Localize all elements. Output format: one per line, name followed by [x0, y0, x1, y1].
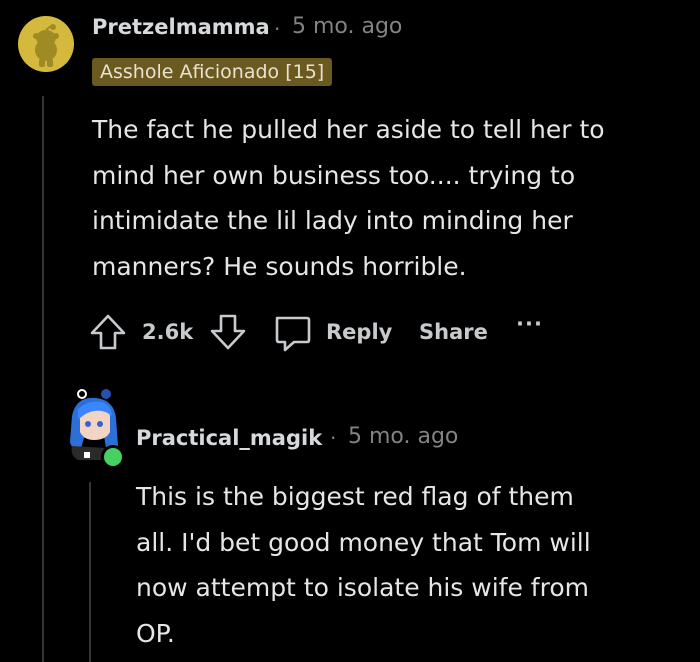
body-line: all. I'd bet good money that Tom will	[136, 527, 591, 557]
reply-icon[interactable]	[270, 311, 314, 355]
user-flair: Asshole Aficionado [15]	[92, 58, 333, 86]
body-line: This is the biggest red flag of them	[136, 482, 574, 511]
comment-body: This is the biggest red flag of them all…	[136, 474, 591, 656]
body-line: intimidate the lil lady into minding her	[92, 206, 573, 235]
timestamp[interactable]: 5 mo. ago	[348, 424, 458, 449]
vote-score: 2.6k	[142, 320, 194, 344]
separator-dot: ·	[330, 426, 337, 450]
timestamp[interactable]: 5 mo. ago	[292, 14, 402, 39]
online-status-icon	[100, 444, 126, 470]
more-options-icon[interactable]: ···	[516, 312, 543, 336]
thread-line-main[interactable]	[42, 96, 44, 662]
downvote-icon[interactable]	[208, 312, 248, 352]
snoo-avatar-icon[interactable]	[18, 16, 74, 72]
comment-body: The fact he pulled her aside to tell her…	[92, 107, 605, 289]
separator-dot: ·	[274, 17, 281, 41]
upvote-icon[interactable]	[88, 312, 128, 352]
username[interactable]: Practical_magik	[136, 426, 322, 450]
share-button[interactable]: Share	[419, 320, 488, 344]
body-line: OP.	[136, 618, 175, 648]
reply-button[interactable]: Reply	[326, 320, 392, 344]
username[interactable]: Pretzelmamma	[92, 15, 270, 39]
body-line: now attempt to isolate his wife from	[136, 573, 589, 602]
body-line: mind her own business too.... trying to	[92, 160, 576, 190]
body-line: manners? He sounds horrible.	[92, 251, 467, 281]
body-line: The fact he pulled her aside to tell her…	[92, 115, 605, 144]
thread-line-reply[interactable]	[89, 482, 91, 662]
